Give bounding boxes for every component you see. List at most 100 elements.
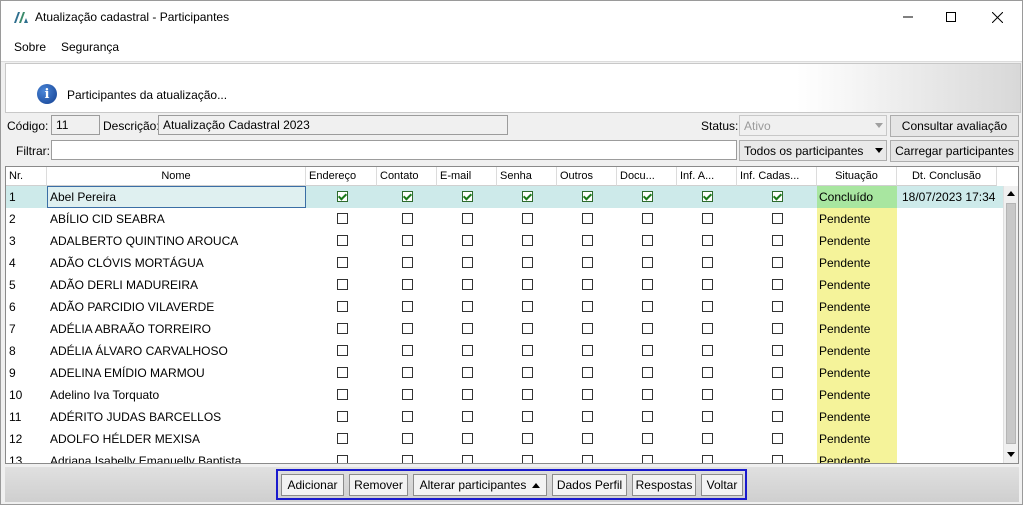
- row-checkbox[interactable]: [522, 213, 533, 224]
- column-header[interactable]: E-mail: [437, 167, 497, 186]
- row-name[interactable]: ADOLFO HÉLDER MEXISA: [47, 428, 306, 450]
- row-checkbox[interactable]: [642, 235, 653, 246]
- column-header[interactable]: Nr.: [6, 167, 47, 186]
- row-checkbox[interactable]: [772, 191, 783, 202]
- row-checkbox[interactable]: [402, 411, 413, 422]
- table-row[interactable]: 1 Abel Pereira Concluído 18/07/2023 17:34: [6, 186, 1004, 208]
- row-checkbox[interactable]: [582, 323, 593, 334]
- row-checkbox[interactable]: [337, 279, 348, 290]
- row-checkbox[interactable]: [522, 367, 533, 378]
- row-checkbox[interactable]: [582, 411, 593, 422]
- adicionar-button[interactable]: Adicionar: [281, 474, 344, 496]
- respostas-button[interactable]: Respostas: [632, 474, 696, 496]
- row-checkbox[interactable]: [462, 235, 473, 246]
- row-checkbox[interactable]: [337, 345, 348, 356]
- row-checkbox[interactable]: [402, 213, 413, 224]
- column-header[interactable]: Contato: [377, 167, 437, 186]
- row-checkbox[interactable]: [702, 279, 713, 290]
- row-checkbox[interactable]: [772, 345, 783, 356]
- row-name[interactable]: ADÉLIA ÁLVARO CARVALHOSO: [47, 340, 306, 362]
- scroll-up-icon[interactable]: [1007, 191, 1015, 196]
- row-checkbox[interactable]: [772, 257, 783, 268]
- row-checkbox[interactable]: [337, 213, 348, 224]
- scrollbar-thumb[interactable]: [1006, 203, 1016, 444]
- row-name[interactable]: ADÉRITO JUDAS BARCELLOS: [47, 406, 306, 428]
- menu-sobre[interactable]: Sobre: [14, 40, 46, 54]
- table-row[interactable]: 5 ADÃO DERLI MADUREIRA Pendente: [6, 274, 1004, 296]
- row-checkbox[interactable]: [582, 279, 593, 290]
- menu-seguranca[interactable]: Segurança: [61, 40, 119, 54]
- row-checkbox[interactable]: [402, 279, 413, 290]
- participants-grid[interactable]: Nr. Nome Endereço Contato E-mail Senha Outros D…: [5, 166, 1019, 464]
- row-checkbox[interactable]: [772, 235, 783, 246]
- row-checkbox[interactable]: [522, 235, 533, 246]
- scroll-down-icon[interactable]: [1007, 452, 1015, 457]
- row-checkbox[interactable]: [772, 389, 783, 400]
- row-checkbox[interactable]: [402, 345, 413, 356]
- vertical-scrollbar[interactable]: [1003, 186, 1018, 463]
- row-checkbox[interactable]: [702, 191, 713, 202]
- column-header[interactable]: Senha: [497, 167, 557, 186]
- row-checkbox[interactable]: [337, 455, 348, 463]
- row-checkbox[interactable]: [582, 345, 593, 356]
- row-checkbox[interactable]: [582, 257, 593, 268]
- row-checkbox[interactable]: [582, 433, 593, 444]
- row-name[interactable]: ADÃO CLÓVIS MORTÁGUA: [47, 252, 306, 274]
- remover-button[interactable]: Remover: [349, 474, 408, 496]
- row-checkbox[interactable]: [522, 411, 533, 422]
- table-row[interactable]: 12 ADOLFO HÉLDER MEXISA Pendente: [6, 428, 1004, 450]
- row-checkbox[interactable]: [402, 433, 413, 444]
- table-row[interactable]: 11 ADÉRITO JUDAS BARCELLOS Pendente: [6, 406, 1004, 428]
- table-row[interactable]: 7 ADÉLIA ABRAÃO TORREIRO Pendente: [6, 318, 1004, 340]
- row-checkbox[interactable]: [642, 279, 653, 290]
- row-checkbox[interactable]: [462, 367, 473, 378]
- row-checkbox[interactable]: [582, 367, 593, 378]
- row-name[interactable]: ABÍLIO CID SEABRA: [47, 208, 306, 230]
- row-checkbox[interactable]: [702, 257, 713, 268]
- row-checkbox[interactable]: [642, 191, 653, 202]
- voltar-button[interactable]: Voltar: [701, 474, 743, 496]
- row-checkbox[interactable]: [642, 389, 653, 400]
- row-checkbox[interactable]: [462, 191, 473, 202]
- row-checkbox[interactable]: [337, 389, 348, 400]
- row-checkbox[interactable]: [702, 411, 713, 422]
- row-checkbox[interactable]: [702, 301, 713, 312]
- row-checkbox[interactable]: [582, 213, 593, 224]
- row-checkbox[interactable]: [462, 279, 473, 290]
- row-checkbox[interactable]: [522, 279, 533, 290]
- status-combo[interactable]: Ativo: [739, 115, 887, 136]
- row-checkbox[interactable]: [402, 455, 413, 463]
- column-header[interactable]: Dt. Conclusão: [897, 167, 997, 186]
- maximize-button[interactable]: [928, 1, 974, 33]
- row-checkbox[interactable]: [772, 301, 783, 312]
- row-checkbox[interactable]: [582, 191, 593, 202]
- row-checkbox[interactable]: [522, 191, 533, 202]
- row-name[interactable]: ADELINA EMÍDIO MARMOU: [47, 362, 306, 384]
- column-header[interactable]: Docu...: [617, 167, 677, 186]
- row-checkbox[interactable]: [772, 411, 783, 422]
- table-row[interactable]: 2 ABÍLIO CID SEABRA Pendente: [6, 208, 1004, 230]
- table-row[interactable]: 6 ADÃO PARCIDIO VILAVERDE Pendente: [6, 296, 1004, 318]
- dados-perfil-button[interactable]: Dados Perfil: [552, 474, 627, 496]
- table-row[interactable]: 13 Adriana Isabelly Emanuelly Baptista Pen…: [6, 450, 1004, 463]
- row-checkbox[interactable]: [702, 235, 713, 246]
- row-checkbox[interactable]: [462, 323, 473, 334]
- table-row[interactable]: 8 ADÉLIA ÁLVARO CARVALHOSO Pendente: [6, 340, 1004, 362]
- table-row[interactable]: 9 ADELINA EMÍDIO MARMOU Pendente: [6, 362, 1004, 384]
- row-checkbox[interactable]: [402, 301, 413, 312]
- row-checkbox[interactable]: [522, 301, 533, 312]
- row-name[interactable]: ADALBERTO QUINTINO AROUCA: [47, 230, 306, 252]
- row-checkbox[interactable]: [772, 433, 783, 444]
- row-checkbox[interactable]: [642, 411, 653, 422]
- consultar-avaliacao-button[interactable]: Consultar avaliação: [890, 115, 1019, 137]
- codigo-field[interactable]: 11: [51, 115, 100, 135]
- row-checkbox[interactable]: [582, 455, 593, 463]
- row-checkbox[interactable]: [522, 455, 533, 463]
- row-checkbox[interactable]: [642, 345, 653, 356]
- row-checkbox[interactable]: [772, 279, 783, 290]
- row-checkbox[interactable]: [772, 323, 783, 334]
- row-checkbox[interactable]: [402, 323, 413, 334]
- row-checkbox[interactable]: [702, 213, 713, 224]
- row-checkbox[interactable]: [337, 191, 348, 202]
- minimize-button[interactable]: [885, 1, 931, 33]
